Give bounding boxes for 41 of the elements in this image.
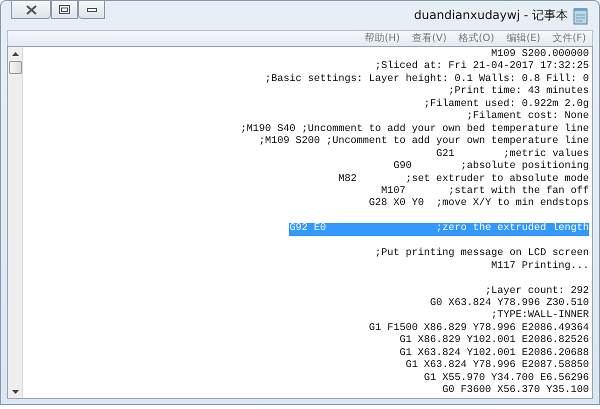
close-icon [26,4,36,14]
close-button[interactable] [11,0,51,19]
text-line: ;Put printing message on LCD screen [375,248,589,260]
text-line: G0 X63.824 Y78.996 Z30.510 [430,298,589,310]
menu-item[interactable]: 文件(F) [546,31,592,46]
text-line: ;Basic settings: Layer height: 0.1 Walls: 0.8 Fill: 0 [264,74,589,86]
text-line: M107 ;start with the fan off [381,186,589,198]
maximize-icon [59,5,70,14]
text-line: ;Layer count: 292 [485,286,589,298]
text-line: ;Filament used: 0.922m 2.0g [424,98,589,110]
scroll-down-icon [12,390,18,394]
scroll-thumb[interactable] [8,61,22,74]
text-line: M82 ;set extruder to absolute mode [338,174,589,186]
text-line: G1 X86.829 Y102.001 E2086.82526 [399,335,589,348]
menu-item[interactable]: 帮助(H) [358,31,406,46]
text-line: G28 X0 Y0 ;move X/Y to min endstops [368,198,589,211]
text-line: G90 ;absolute positioning [393,161,589,174]
text-line: G21 ;metric values [436,148,589,160]
text-line: ;M190 S40 ;Uncomment to add your own bed temperature line [240,124,589,136]
text-line: G1 X63.824 Y102.001 E2086.20688 [399,348,589,360]
window-title: duandianxudaywj - 记事本 [414,7,568,24]
notepad-icon [573,6,589,24]
menu-item[interactable]: 查看(V) [406,31,453,46]
text-line: ;Filament cost: None [466,111,589,124]
text-line: G1 F1500 X86.829 Y78.996 E2086.49364 [368,322,589,335]
text-line: ;Print time: 43 minutes [448,86,589,98]
text-line: G1 X63.824 Y78.996 E2087.58850 [406,360,589,373]
text-line: ;Sliced at: Fri 21-04-2017 17:32:25 [375,61,589,74]
minimize-button[interactable] [78,0,105,19]
scroll-up-icon [12,52,18,56]
minimize-icon [86,6,96,12]
scrollbar[interactable] [8,47,23,398]
text-line: ;TYPE:WALL-INNER [491,310,589,323]
text-line: G1 X55.970 Y34.700 E6.56296 [424,372,589,385]
text-line: M117 Printing... [491,260,589,274]
text-line: M109 S200.000000 [491,49,589,61]
maximize-button[interactable] [51,0,78,19]
text-line: ;M109 S200 ;Uncomment to add your own temperature line [258,136,589,148]
text-line: G0 F3600 X56.370 Y35.100 [442,385,589,398]
menu-item[interactable]: 编辑(E) [500,31,546,46]
menu-item[interactable]: 格式(O) [452,31,500,46]
